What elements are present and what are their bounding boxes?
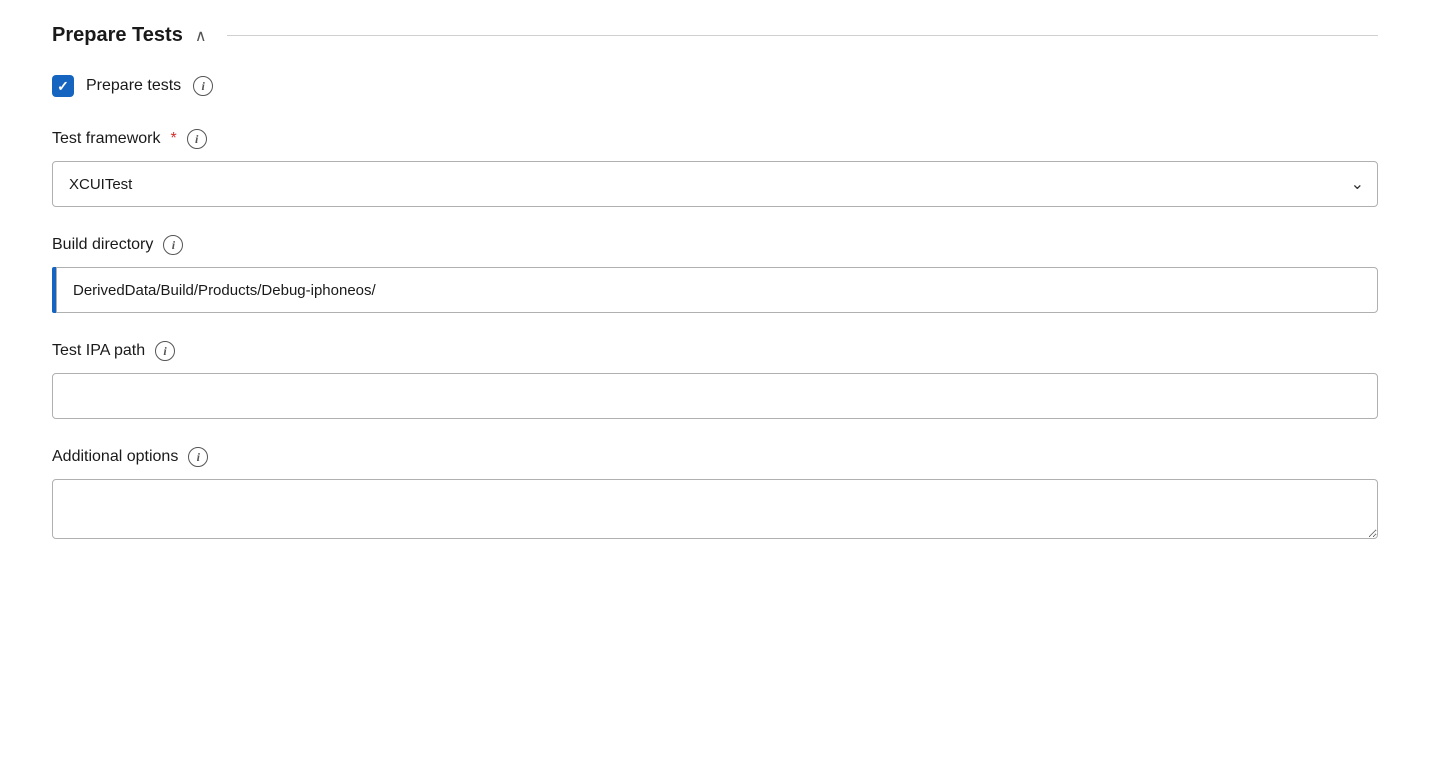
prepare-tests-label: Prepare tests <box>86 77 181 95</box>
build-directory-label-row: Build directory i <box>52 235 1378 255</box>
additional-options-info-icon[interactable]: i <box>188 447 208 467</box>
additional-options-input[interactable] <box>52 479 1378 539</box>
additional-options-group: Additional options i <box>52 447 1378 543</box>
test-framework-select[interactable]: XCUITest XCTest Appium <box>52 161 1378 207</box>
test-framework-group: Test framework * i XCUITest XCTest Appiu… <box>52 129 1378 207</box>
test-ipa-path-label: Test IPA path <box>52 342 145 360</box>
build-directory-group: Build directory i <box>52 235 1378 313</box>
prepare-tests-checkbox[interactable] <box>52 75 74 97</box>
test-ipa-path-label-row: Test IPA path i <box>52 341 1378 361</box>
build-directory-input[interactable] <box>56 267 1378 313</box>
build-directory-input-wrapper <box>52 267 1378 313</box>
additional-options-label-row: Additional options i <box>52 447 1378 467</box>
section-title: Prepare Tests <box>52 24 183 47</box>
build-directory-label: Build directory <box>52 236 153 254</box>
section-collapse-icon[interactable]: ∧ <box>195 26 207 46</box>
build-directory-info-icon[interactable]: i <box>163 235 183 255</box>
test-ipa-path-group: Test IPA path i <box>52 341 1378 419</box>
test-framework-required: * <box>170 130 176 148</box>
prepare-tests-info-icon[interactable]: i <box>193 76 213 96</box>
section-header: Prepare Tests ∧ <box>52 24 1378 47</box>
section-divider <box>227 35 1378 36</box>
additional-options-label: Additional options <box>52 448 178 466</box>
test-framework-label-row: Test framework * i <box>52 129 1378 149</box>
test-ipa-path-input[interactable] <box>52 373 1378 419</box>
test-ipa-path-info-icon[interactable]: i <box>155 341 175 361</box>
prepare-tests-row: Prepare tests i <box>52 75 1378 97</box>
test-framework-label: Test framework <box>52 130 160 148</box>
test-framework-select-wrapper: XCUITest XCTest Appium ⌄ <box>52 161 1378 207</box>
test-framework-info-icon[interactable]: i <box>187 129 207 149</box>
